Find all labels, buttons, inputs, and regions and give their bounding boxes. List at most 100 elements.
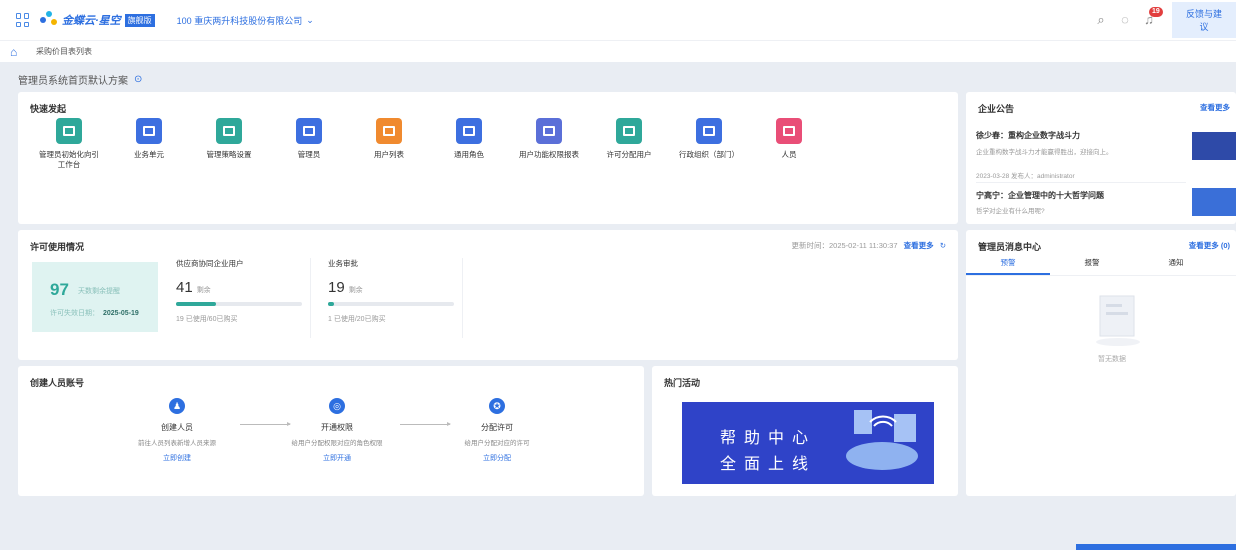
breadcrumb-tab[interactable]: 采购价目表列表 — [36, 46, 92, 57]
empty-text: 暂无数据 — [1098, 356, 1126, 363]
announcement-more-link[interactable]: 查看更多 — [1200, 102, 1230, 113]
tab-warning[interactable]: 预警 — [966, 254, 1050, 275]
divider — [462, 258, 463, 338]
quick-item-label: 行政组织（部门） — [679, 150, 739, 159]
quick-item-label: 用户功能权限报表 — [519, 150, 579, 159]
license-icon: ✪ — [489, 398, 505, 414]
license-stat: 供应商协同企业用户 41 剩余 19 已使用/60已购买 — [176, 258, 316, 324]
announcement-item-summary: 企业重构数字战斗力才能赢得胜出，迎接向上。 — [976, 149, 1113, 156]
step-assign-license: ✪ 分配许可 给用户分配对应的许可 立即分配 — [442, 398, 552, 463]
announcement-title: 企业公告 — [978, 104, 1015, 114]
license-more-link[interactable]: 查看更多 — [904, 241, 934, 250]
feedback-button[interactable]: 反馈与建议 — [1172, 2, 1236, 38]
tab-alarm[interactable]: 报警 — [1050, 254, 1134, 275]
chat-icon[interactable]: ◌ — [1118, 13, 1132, 27]
quick-item-icon — [536, 118, 562, 144]
create-now-link[interactable]: 立即创建 — [122, 453, 232, 463]
hot-title: 热门活动 — [664, 378, 701, 388]
floating-button[interactable] — [1076, 544, 1236, 550]
announcement-thumbnail — [1192, 188, 1236, 216]
open-now-link[interactable]: 立即开通 — [282, 453, 392, 463]
create-account-card: 创建人员账号 ♟ 创建人员 前往人员列表新增人员来源 立即创建 ◎ 开通权限 给… — [18, 366, 644, 496]
quick-item-icon — [56, 118, 82, 144]
quick-item[interactable]: 管理策略设置 — [196, 118, 262, 160]
announcement-item-summary: 哲学对企业有什么用呢? — [976, 208, 1045, 215]
top-bar: 金蝶云·星空 旗舰版 100 重庆两升科技股份有限公司 ⌄ ⌕ ◌ ♫ 19 反馈… — [0, 0, 1236, 40]
tab-notice[interactable]: 通知 — [1134, 254, 1218, 275]
quick-item[interactable]: 行政组织（部门） — [676, 118, 742, 160]
quick-item-icon — [136, 118, 162, 144]
permission-icon: ◎ — [329, 398, 345, 414]
hot-activity-card: 热门活动 帮助中心 全面上线 — [652, 366, 958, 496]
announcement-item-meta: 2023-03-28 发布人：administrator — [976, 173, 1075, 180]
settings-icon[interactable]: ⊙ — [134, 74, 142, 85]
person-icon: ♟ — [169, 398, 185, 414]
step-open-permission: ◎ 开通权限 给用户分配权限对应的角色权限 立即开通 — [282, 398, 392, 463]
quick-item-icon — [216, 118, 242, 144]
bell-icon[interactable]: ♫ 19 — [1142, 7, 1163, 27]
divider — [310, 258, 311, 338]
logo-text: 金蝶云·星空 — [62, 15, 121, 27]
license-days: 97 — [50, 280, 69, 299]
quick-item[interactable]: 管理员 — [276, 118, 342, 160]
license-progress — [176, 302, 302, 306]
quick-item[interactable]: 管理员初始化向引工作台 — [36, 118, 102, 170]
step-create-person: ♟ 创建人员 前往人员列表新增人员来源 立即创建 — [122, 398, 232, 463]
quick-item-label: 管理员 — [297, 150, 321, 159]
home-icon[interactable]: ⌂ — [10, 46, 22, 58]
quick-item-label: 管理策略设置 — [206, 150, 252, 159]
empty-box-icon — [1096, 295, 1140, 346]
license-title: 许可使用情况 — [30, 242, 85, 252]
assign-now-link[interactable]: 立即分配 — [442, 453, 552, 463]
quick-item-icon — [696, 118, 722, 144]
message-tabs: 预警 报警 通知 — [966, 254, 1236, 276]
quick-item-label: 通用角色 — [454, 150, 484, 159]
create-title: 创建人员账号 — [30, 378, 85, 388]
refresh-icon[interactable]: ↻ — [940, 241, 946, 250]
quick-item-icon — [296, 118, 322, 144]
chevron-down-icon[interactable]: ⌄ — [306, 15, 314, 26]
message-title: 管理员消息中心 — [978, 242, 1042, 252]
message-center-card: 管理员消息中心 查看更多 (0) 预警 报警 通知 暂无数据 — [966, 230, 1236, 496]
app-grid-icon[interactable] — [16, 13, 30, 27]
quick-item-label: 许可分配用户 — [606, 150, 652, 159]
page-title: 管理员系统首页默认方案 ⊙ — [18, 74, 143, 87]
update-time: 更新时间：2025-02-11 11:30:37 查看更多 ↻ — [791, 241, 946, 250]
quick-item[interactable]: 用户功能权限报表 — [516, 118, 582, 160]
quick-item[interactable]: 许可分配用户 — [596, 118, 662, 160]
announcement-card: 企业公告 查看更多 徐少春：重构企业数字战斗力 企业重构数字战斗力才能赢得胜出，… — [966, 92, 1236, 224]
message-more-link[interactable]: 查看更多 (0) — [1189, 240, 1230, 251]
license-card: 许可使用情况 更新时间：2025-02-11 11:30:37 查看更多 ↻ 9… — [18, 230, 958, 360]
announcement-item-title[interactable]: 徐少春：重构企业数字战斗力 — [976, 130, 1080, 141]
quick-item-icon — [776, 118, 802, 144]
license-stat: 业务审批 19 剩余 1 已使用/20已购买 — [328, 258, 468, 324]
quick-item[interactable]: 用户列表 — [356, 118, 422, 160]
license-expire: 许可失效日期： 2025-05-19 — [50, 310, 139, 317]
quick-item-label: 用户列表 — [374, 150, 404, 159]
quick-item-icon — [616, 118, 642, 144]
license-days-unit: 天数剩余提醒 — [78, 288, 120, 295]
notify-badge: 19 — [1149, 7, 1163, 17]
quick-item-icon — [376, 118, 402, 144]
quick-item[interactable]: 业务单元 — [116, 118, 182, 160]
quick-item-label: 人员 — [781, 150, 797, 159]
company-selector[interactable]: 100 重庆两升科技股份有限公司 — [177, 14, 303, 27]
help-center-banner[interactable]: 帮助中心 全面上线 — [682, 402, 934, 484]
search-icon[interactable]: ⌕ — [1094, 13, 1108, 27]
logo-icon — [40, 11, 58, 29]
announcement-item-title[interactable]: 宁高宁：企业管理中的十大哲学问题 — [976, 190, 1104, 201]
announcement-thumbnail — [1192, 132, 1236, 160]
quick-item-label: 业务单元 — [134, 150, 164, 159]
quick-item-label: 管理员初始化向引工作台 — [39, 150, 99, 169]
quick-start-title: 快速发起 — [30, 104, 67, 114]
quick-item[interactable]: 通用角色 — [436, 118, 502, 160]
quick-start-card: 快速发起 管理员初始化向引工作台 业务单元 管理策略设置 管理员 用户列表 通用角色 用户功… — [18, 92, 958, 224]
quick-item[interactable]: 人员 — [756, 118, 822, 160]
divider — [976, 182, 1186, 183]
license-days-panel: 97 天数剩余提醒 许可失效日期： 2025-05-19 — [32, 262, 158, 332]
breadcrumb: ⌂ 采购价目表列表 — [0, 40, 1236, 62]
quick-item-icon — [456, 118, 482, 144]
cloud-illustration-icon — [846, 410, 918, 470]
license-progress — [328, 302, 454, 306]
edition-badge: 旗舰版 — [124, 13, 155, 27]
